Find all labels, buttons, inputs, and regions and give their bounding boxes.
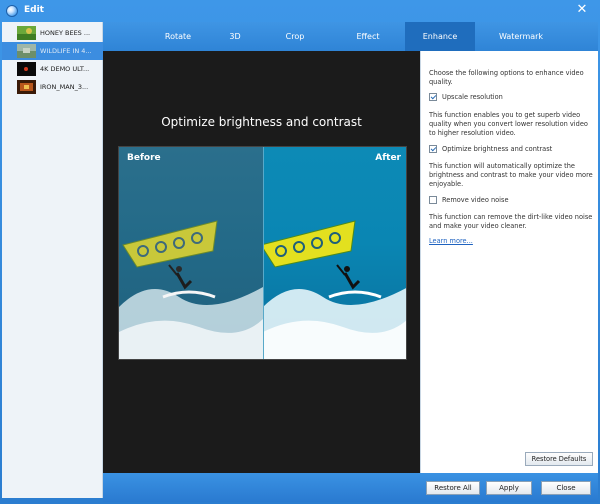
tab-rotate[interactable]: Rotate: [149, 22, 207, 51]
wildlife-thumbnail: [17, 44, 36, 58]
upscale-description: This function enables you to get superb …: [429, 111, 588, 138]
remove-noise-description: This function can remove the dirt-like v…: [429, 213, 593, 231]
tab-3d[interactable]: 3D: [215, 22, 255, 51]
optimize-brightness-option[interactable]: Optimize brightness and contrast: [429, 145, 552, 153]
checkbox-checked-icon[interactable]: [429, 145, 437, 153]
upscale-resolution-option[interactable]: Upscale resolution: [429, 93, 503, 101]
preview-area: Optimize brightness and contrast Before: [103, 51, 420, 473]
file-item-4k-demo[interactable]: 4K DEMO ULT...: [2, 60, 103, 78]
optimize-brightness-description: This function will automatically optimiz…: [429, 162, 593, 189]
footer-bar: Restore All Apply Close: [103, 473, 598, 502]
4k-demo-thumbnail: [17, 62, 36, 76]
apply-button[interactable]: Apply: [486, 481, 532, 495]
file-name: WILDLIFE IN 4...: [40, 47, 92, 55]
learn-more-link[interactable]: Learn more...: [429, 237, 473, 245]
edit-window: Edit ✕ HONEY BEES ... WILDLIFE IN 4... 4…: [0, 0, 600, 504]
iron-man-thumbnail: [17, 80, 36, 94]
tab-crop[interactable]: Crop: [267, 22, 323, 51]
tab-watermark[interactable]: Watermark: [485, 22, 557, 51]
upscale-resolution-label: Upscale resolution: [442, 93, 503, 101]
file-item-iron-man[interactable]: IRON_MAN_3...: [2, 78, 103, 96]
surfer-scene-after: [263, 220, 406, 359]
before-image: Before: [119, 147, 263, 359]
enhance-settings-panel: Choose the following options to enhance …: [420, 51, 598, 473]
honey-bees-thumbnail: [17, 26, 36, 40]
restore-all-button[interactable]: Restore All: [426, 481, 480, 495]
window-title: Edit: [24, 5, 44, 15]
tab-enhance[interactable]: Enhance: [405, 22, 475, 51]
tab-effect[interactable]: Effect: [337, 22, 399, 51]
after-label: After: [375, 153, 401, 163]
file-list: HONEY BEES ... WILDLIFE IN 4... 4K DEMO …: [2, 22, 103, 498]
remove-noise-label: Remove video noise: [442, 196, 509, 204]
file-item-honey-bees[interactable]: HONEY BEES ...: [2, 24, 103, 42]
file-item-wildlife[interactable]: WILDLIFE IN 4...: [2, 42, 103, 60]
enhance-intro-text: Choose the following options to enhance …: [429, 69, 584, 87]
optimize-brightness-label: Optimize brightness and contrast: [442, 145, 553, 153]
remove-noise-option[interactable]: Remove video noise: [429, 196, 509, 204]
file-name: HONEY BEES ...: [40, 29, 91, 37]
checkbox-checked-icon[interactable]: [429, 93, 437, 101]
preview-title: Optimize brightness and contrast: [161, 115, 362, 129]
surfer-scene-before: [119, 220, 263, 359]
restore-defaults-button[interactable]: Restore Defaults: [525, 452, 593, 466]
edit-tabs: Rotate 3D Crop Effect Enhance Watermark: [103, 22, 598, 51]
comparison-divider: [263, 147, 264, 359]
checkbox-unchecked-icon[interactable]: [429, 196, 437, 204]
title-bar: Edit ✕: [0, 0, 600, 22]
before-after-comparison: Before After: [118, 146, 407, 360]
file-name: 4K DEMO ULT...: [40, 65, 90, 73]
before-label: Before: [127, 153, 161, 163]
close-icon[interactable]: ✕: [576, 3, 588, 16]
app-icon: [6, 5, 18, 17]
file-name: IRON_MAN_3...: [40, 83, 89, 91]
close-button[interactable]: Close: [541, 481, 591, 495]
after-image: After: [263, 147, 406, 359]
